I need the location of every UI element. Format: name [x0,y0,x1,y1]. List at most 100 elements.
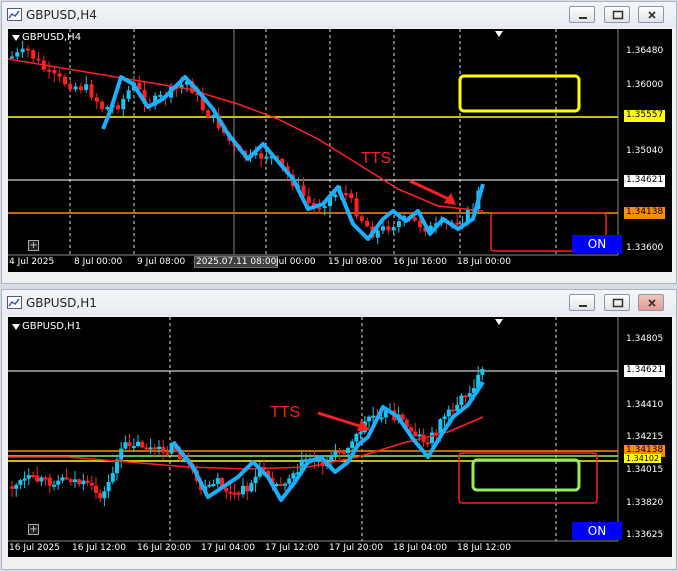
candle-body [18,480,23,485]
maximize-icon [612,10,624,20]
candle-body [358,432,363,435]
time-axis-label: 17 Jul 20:00 [329,543,383,553]
tts-annotation: TTS [270,404,301,421]
candle-body [386,226,391,231]
on-button[interactable]: ON [572,522,622,540]
candle-body [232,492,237,495]
candle-body [241,485,245,495]
candle-body [379,417,384,420]
candle-body [77,479,82,485]
candle-body [78,86,83,90]
green-target-box [471,458,581,492]
tts-annotation: TTS [361,150,392,167]
candle-body [152,447,157,450]
yellow-level-price-label: 1.35557 [624,110,666,122]
moving-average-line [8,58,484,212]
candle-body [84,84,89,90]
candle-body [131,446,136,449]
candle-body [207,484,212,487]
candle-body [442,416,447,420]
zoom-plus-icon[interactable]: + [28,524,39,535]
chart-menu-triangle-icon[interactable] [12,35,20,41]
minimize-icon [579,17,587,19]
minimize-button[interactable] [569,6,595,23]
candle-body [463,395,468,398]
price-scale-label: 1.35040 [626,146,664,156]
candle-body [10,486,14,489]
chart-window-h1[interactable]: GBPUSD,H1 GBPUSD,H1 + 1.34805 1.34621 1.… [1,289,677,570]
candle-body [68,479,73,483]
candle-body [283,483,287,486]
price-chart-h4[interactable]: GBPUSD,H4 + 1.36480 1.36000 1.35557 1.35… [8,29,672,272]
candle-body [253,476,258,484]
candle-body [425,442,430,445]
candle-body [127,442,132,447]
time-axis-label: 18 Jul 12:00 [457,543,511,553]
window-titlebar[interactable]: GBPUSD,H4 [2,2,676,28]
on-button[interactable]: ON [572,235,622,253]
candle-body [126,90,131,99]
time-axis-label: 16 Jul 16:00 [393,257,447,267]
candle-body [20,48,25,53]
candle-body [412,217,417,221]
chart-menu-triangle-icon[interactable] [12,324,20,330]
candle-body [322,206,327,209]
candlestick-plot[interactable] [8,317,672,557]
candle-body [31,50,36,59]
candle-body [89,482,94,486]
orange-level-price-label: 1.34138 [624,207,666,219]
candle-body [94,485,98,493]
close-button[interactable] [638,294,664,311]
chart-shift-marker-icon[interactable] [495,319,503,325]
chart-shift-marker-icon[interactable] [495,31,503,37]
candle-body [346,448,350,453]
candle-body [57,73,62,77]
candle-body [206,110,211,118]
candle-body [110,473,115,482]
minimize-icon [579,305,587,307]
close-icon [648,11,656,19]
maximize-icon [612,298,624,308]
candle-body [278,484,283,487]
candle-body [136,441,140,447]
maximize-button[interactable] [604,6,630,23]
candle-body [63,76,67,85]
price-chart-h1[interactable]: GBPUSD,H1 + 1.34805 1.34621 1.34410 1.34… [8,317,672,557]
candle-body [446,409,451,417]
maximize-button[interactable] [604,294,630,311]
candle-body [236,492,241,495]
close-button[interactable] [638,6,664,23]
current-price-label: 1.34621 [624,365,666,377]
candle-body [43,477,48,480]
candle-body [158,94,163,97]
candle-body [343,193,348,196]
candle-body [287,478,292,484]
candle-body [121,98,126,110]
minimize-button[interactable] [569,294,595,311]
candle-body [39,477,44,482]
zoom-plus-icon[interactable]: + [28,240,39,251]
candle-body [47,69,52,72]
candle-body [98,492,103,499]
price-scale-label: 1.33625 [626,530,664,540]
candle-body [228,491,233,494]
time-axis-label: Jul 00:00 [276,257,316,267]
window-title: GBPUSD,H4 [26,8,97,22]
symbol-label: GBPUSD,H1 [22,321,82,332]
candle-body [106,481,111,492]
time-axis-label: 16 Jul 20:00 [137,543,191,553]
candle-body [94,97,99,102]
time-axis-label: 16 Jul 2025 [9,543,60,553]
window-titlebar[interactable]: GBPUSD,H1 [2,290,676,316]
candle-body [52,484,56,487]
candle-body [249,483,254,492]
candle-body [211,483,216,486]
candle-body [31,475,35,478]
price-scale-label: 1.34410 [626,400,664,410]
chart-window-h4[interactable]: GBPUSD,H4 GBPUSD,H4 + 1.36480 1.36000 1.… [1,1,677,284]
candle-body [306,196,311,203]
candle-body [100,101,105,110]
price-scale-label: 1.36480 [626,46,664,56]
candle-body [89,84,94,98]
candle-body [14,484,19,489]
